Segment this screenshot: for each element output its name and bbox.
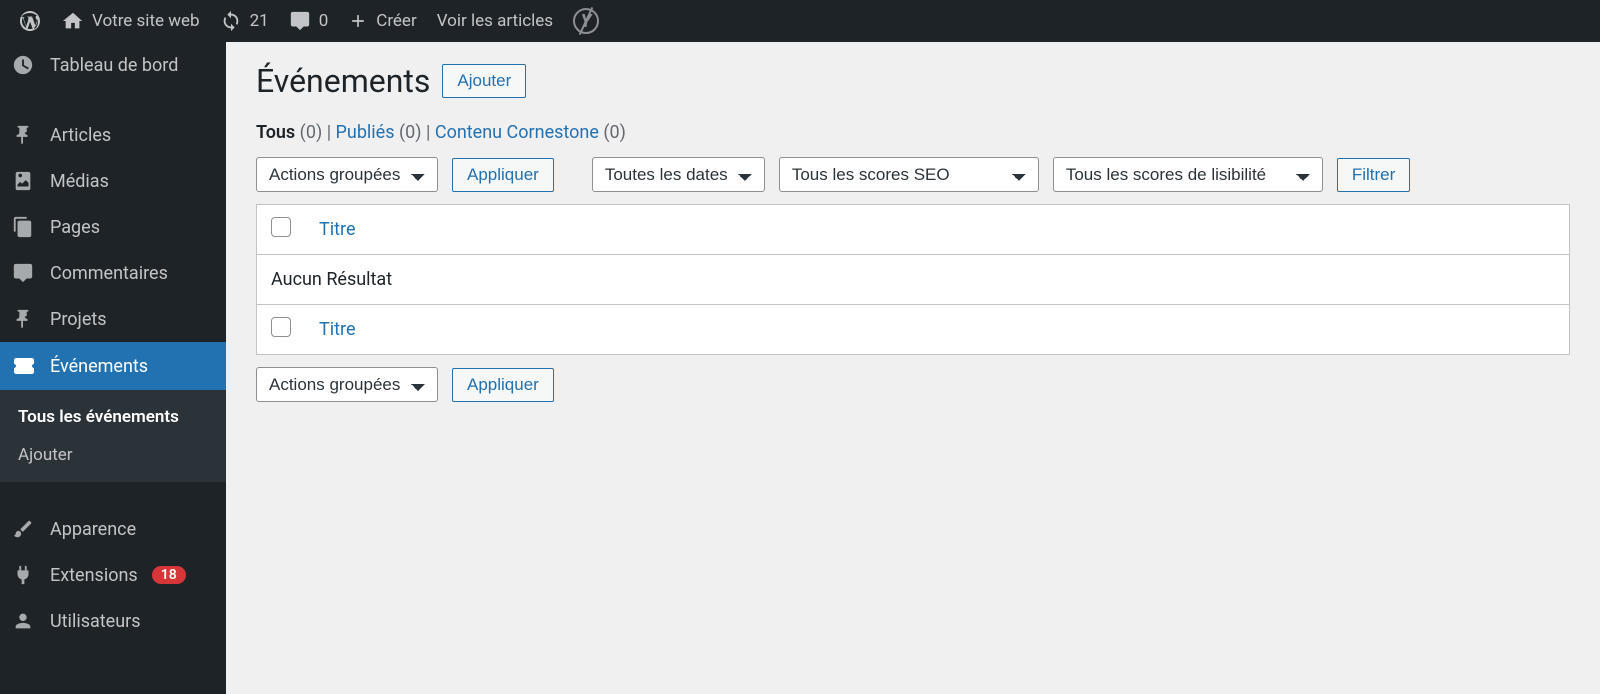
filter-published[interactable]: Publiés (0) [336, 122, 422, 143]
add-button[interactable]: Ajouter [442, 64, 526, 98]
home-icon [62, 10, 84, 32]
sidebar-item-dashboard[interactable]: Tableau de bord [0, 42, 226, 88]
sidebar-item-label: Médias [50, 171, 109, 192]
tablenav-top: Actions groupées Appliquer Toutes les da… [256, 157, 1570, 192]
wordpress-icon [18, 9, 42, 33]
bulk-action-select-bottom[interactable]: Actions groupées [256, 367, 438, 402]
sidebar-item-label: Utilisateurs [50, 611, 141, 632]
column-title-header[interactable]: Titre [319, 219, 355, 240]
submenu-all-events[interactable]: Tous les événements [0, 398, 226, 436]
no-results-text: Aucun Résultat [257, 255, 1570, 305]
sidebar-item-users[interactable]: Utilisateurs [0, 598, 226, 644]
yoast-seo[interactable]: Y [563, 0, 609, 42]
bulk-action-select-top[interactable]: Actions groupées [256, 157, 438, 192]
pin-icon [12, 308, 36, 330]
sidebar-item-label: Extensions [50, 565, 138, 586]
sidebar-item-label: Commentaires [50, 263, 168, 284]
view-posts[interactable]: Voir les articles [427, 0, 563, 42]
date-filter-select[interactable]: Toutes les dates [592, 157, 765, 192]
filter-all[interactable]: Tous (0) [256, 122, 322, 143]
brush-icon [12, 518, 36, 540]
apply-button-bottom[interactable]: Appliquer [452, 368, 554, 402]
media-icon [12, 170, 36, 192]
plugins-badge: 18 [152, 566, 186, 584]
view-posts-label: Voir les articles [437, 11, 553, 31]
sidebar-item-label: Articles [50, 125, 111, 146]
sidebar-item-events[interactable]: Événements [0, 342, 226, 390]
sidebar-item-projects[interactable]: Projets [0, 296, 226, 342]
create-label: Créer [376, 11, 416, 31]
seo-score-select[interactable]: Tous les scores SEO [779, 157, 1039, 192]
sidebar-item-label: Pages [50, 217, 100, 238]
wp-logo[interactable] [8, 0, 52, 42]
updates[interactable]: 21 [210, 0, 279, 42]
status-filters: Tous (0) | Publiés (0) | Contenu Cornest… [256, 122, 1570, 143]
events-submenu: Tous les événements Ajouter [0, 390, 226, 482]
site-name[interactable]: Votre site web [52, 0, 210, 42]
readability-score-select[interactable]: Tous les scores de lisibilité [1053, 157, 1323, 192]
sidebar-item-pages[interactable]: Pages [0, 204, 226, 250]
sidebar-item-comments[interactable]: Commentaires [0, 250, 226, 296]
dashboard-icon [12, 54, 36, 76]
comments[interactable]: 0 [279, 0, 339, 42]
events-table: Titre Aucun Résultat Titre [256, 204, 1570, 355]
select-all-checkbox-top[interactable] [271, 217, 291, 237]
new-content[interactable]: Créer [338, 0, 426, 42]
updates-count: 21 [250, 11, 269, 31]
sidebar-item-media[interactable]: Médias [0, 158, 226, 204]
plus-icon [348, 11, 368, 31]
sidebar-item-label: Événements [50, 356, 148, 377]
admin-sidebar: Tableau de bord Articles Médias Pages Co… [0, 42, 226, 694]
user-icon [12, 610, 36, 632]
sidebar-item-label: Tableau de bord [50, 55, 178, 76]
site-name-label: Votre site web [92, 11, 200, 31]
admin-bar: Votre site web 21 0 Créer Voir les artic… [0, 0, 1600, 42]
filter-button[interactable]: Filtrer [1337, 158, 1410, 192]
submenu-add-event[interactable]: Ajouter [0, 436, 226, 474]
plugin-icon [12, 564, 36, 586]
tablenav-bottom: Actions groupées Appliquer [256, 367, 1570, 402]
refresh-icon [220, 10, 242, 32]
column-title-footer[interactable]: Titre [319, 319, 355, 340]
filter-cornerstone[interactable]: Contenu Cornestone [435, 122, 599, 143]
page-icon [12, 216, 36, 238]
sidebar-item-label: Projets [50, 309, 107, 330]
no-results-row: Aucun Résultat [257, 255, 1570, 305]
main-content: Événements Ajouter Tous (0) | Publiés (0… [226, 42, 1600, 434]
page-title: Événements [256, 62, 430, 100]
comments-count: 0 [319, 11, 329, 31]
sidebar-item-plugins[interactable]: Extensions 18 [0, 552, 226, 598]
page-header: Événements Ajouter [256, 62, 1570, 100]
sidebar-item-label: Apparence [50, 519, 136, 540]
comment-icon [12, 262, 36, 284]
pin-icon [12, 124, 36, 146]
ticket-icon [12, 354, 36, 378]
comment-icon [289, 10, 311, 32]
yoast-icon: Y [573, 8, 599, 34]
sidebar-item-posts[interactable]: Articles [0, 112, 226, 158]
select-all-checkbox-bottom[interactable] [271, 317, 291, 337]
apply-button-top[interactable]: Appliquer [452, 158, 554, 192]
sidebar-item-appearance[interactable]: Apparence [0, 506, 226, 552]
